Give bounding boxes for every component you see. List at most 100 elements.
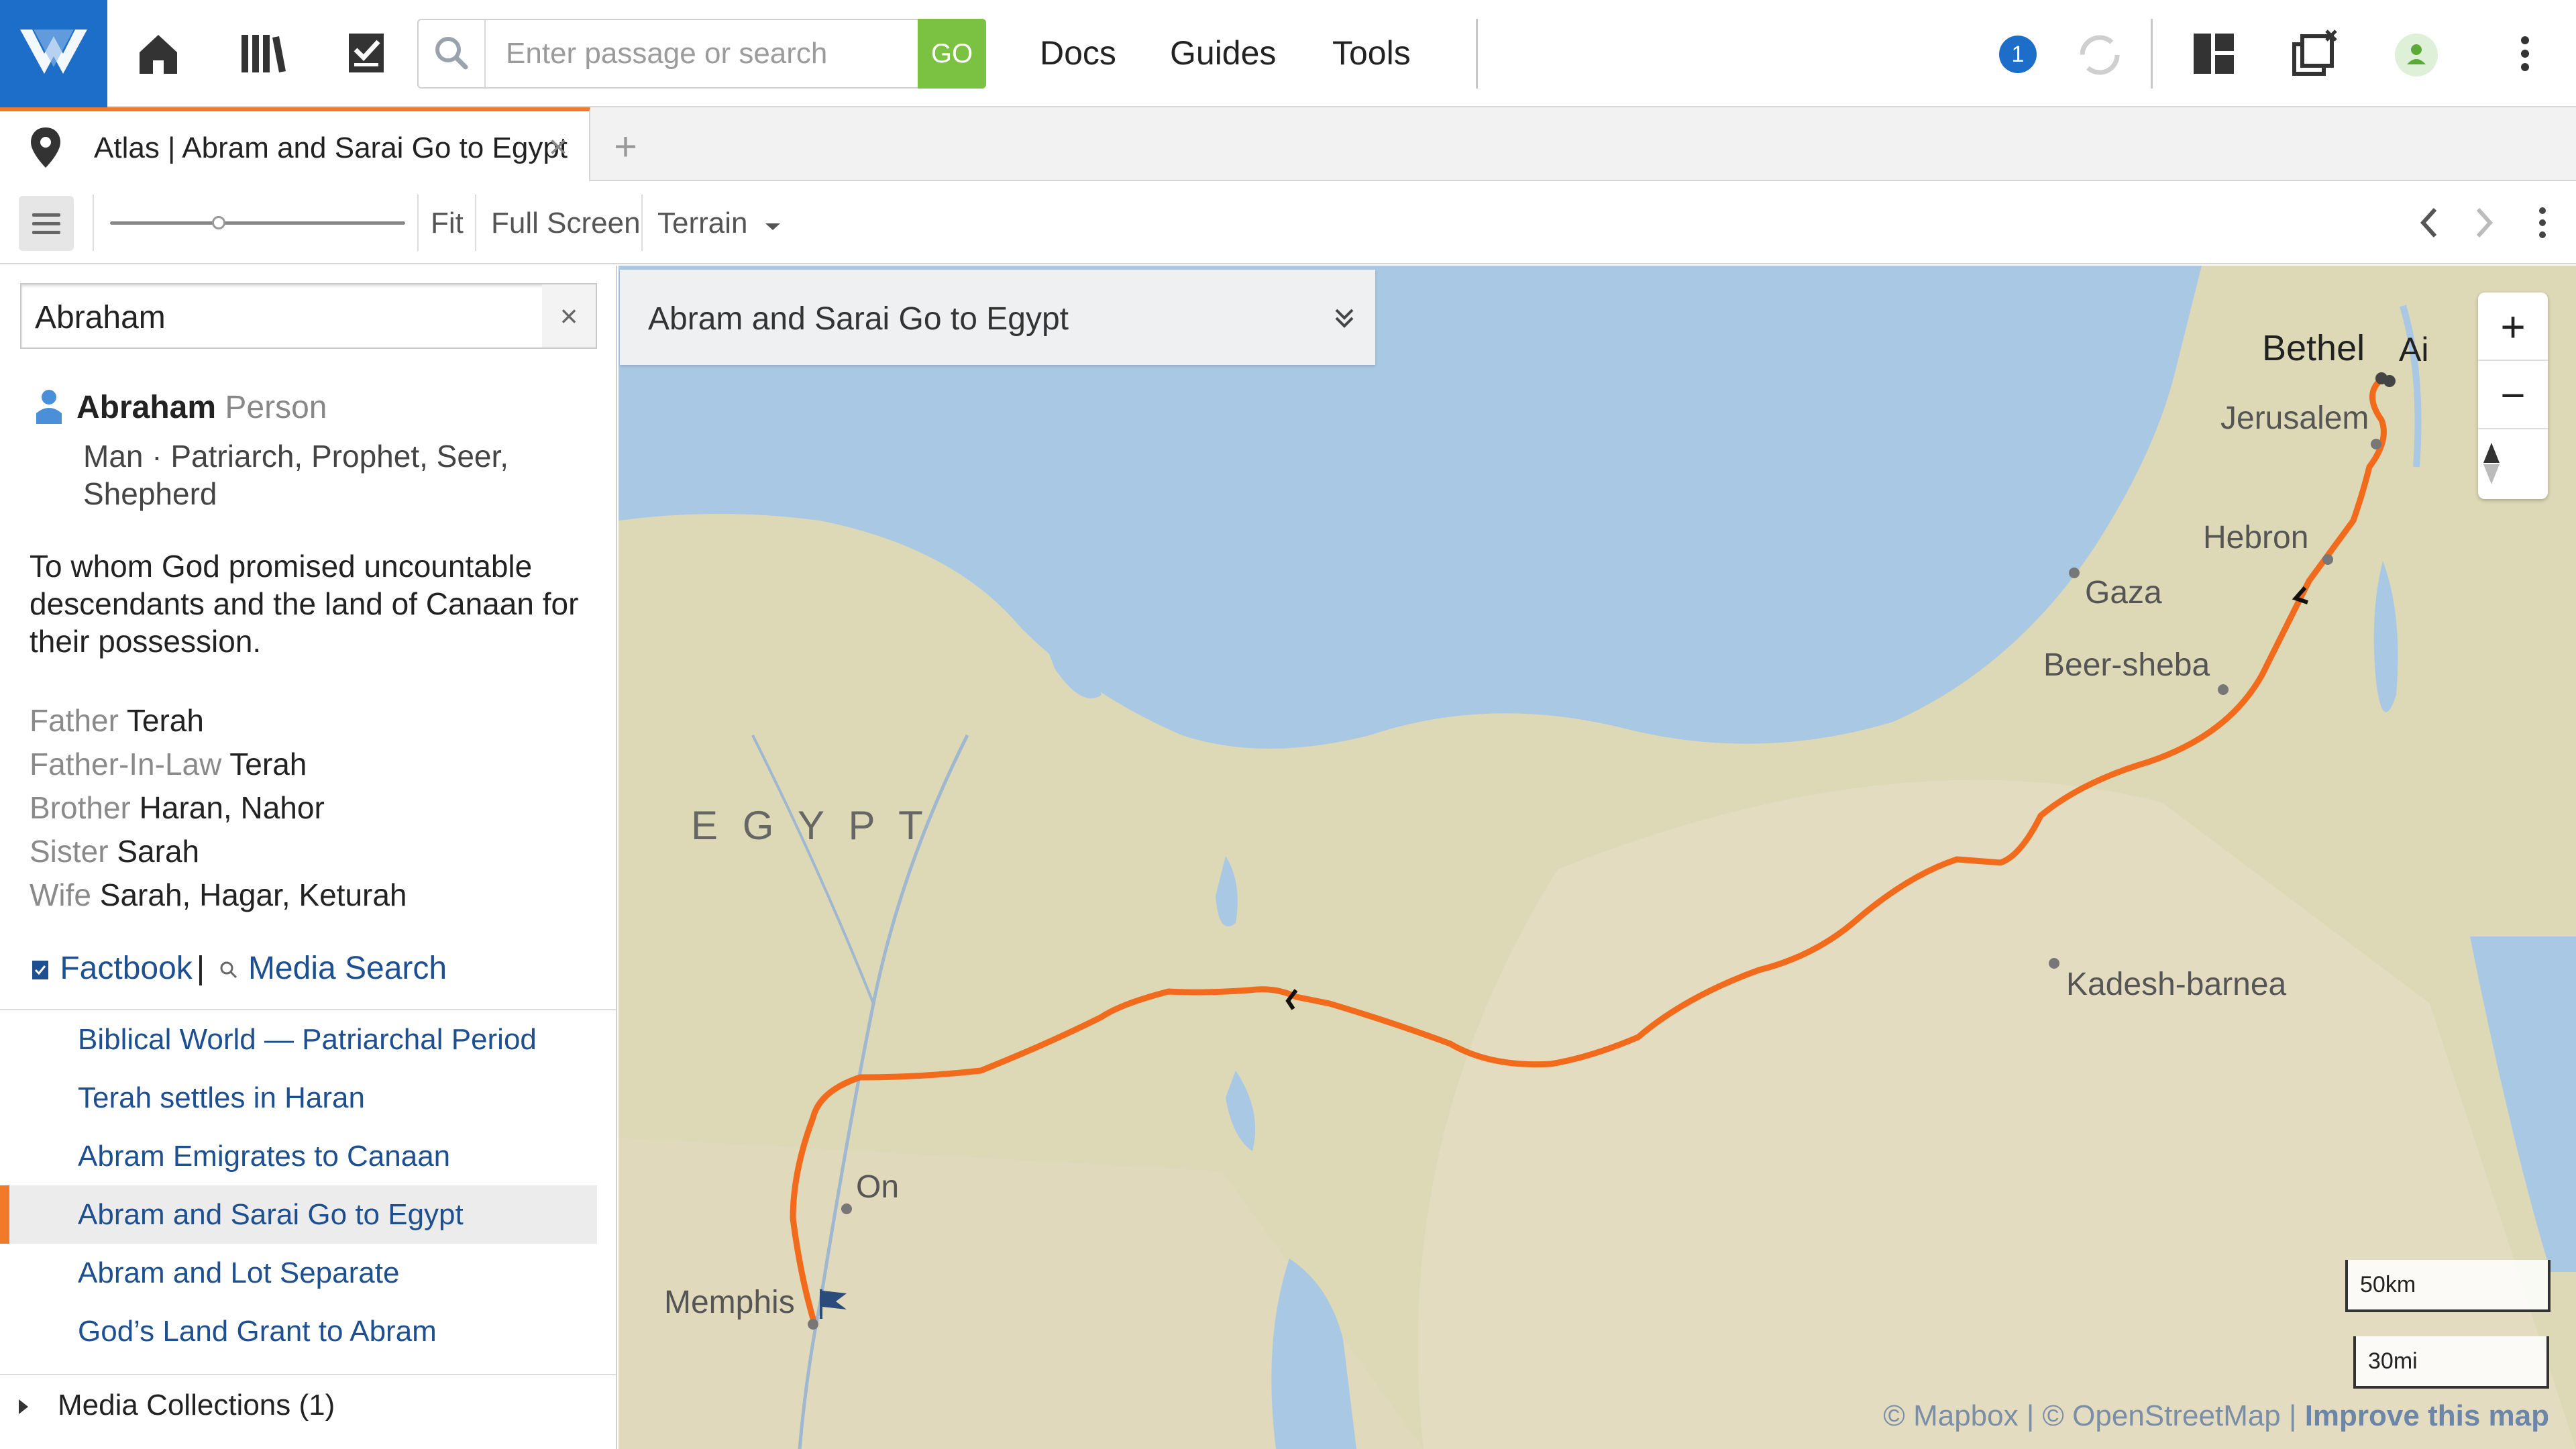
search-divider bbox=[484, 20, 486, 87]
forward-arrow-icon[interactable] bbox=[2467, 203, 2501, 243]
compass-icon bbox=[2483, 443, 2500, 484]
tab-close-icon[interactable]: × bbox=[549, 129, 568, 166]
map-pin-icon bbox=[31, 127, 60, 168]
sidebar-search-value[interactable]: Abraham bbox=[35, 299, 166, 336]
app-logo-icon bbox=[20, 30, 87, 74]
map-canvas[interactable] bbox=[619, 266, 2576, 1449]
place-gaza[interactable]: Gaza bbox=[2085, 574, 2162, 611]
user-icon bbox=[2407, 44, 2426, 64]
caret-down-icon bbox=[765, 223, 780, 230]
person-summary: To whom God promised uncountable descend… bbox=[30, 549, 579, 659]
factbook-link[interactable]: Factbook bbox=[60, 951, 192, 986]
more-menu-button[interactable] bbox=[2498, 27, 2552, 80]
more-vertical-icon bbox=[2521, 36, 2529, 71]
media-search-icon bbox=[220, 961, 237, 979]
hamburger-icon bbox=[32, 213, 60, 217]
scale-mi: 30mi bbox=[2353, 1336, 2549, 1389]
person-heading: Abraham Person bbox=[76, 389, 327, 426]
home-icon bbox=[140, 35, 177, 74]
place-memphis[interactable]: Memphis bbox=[664, 1284, 795, 1321]
event-item-terah-haran[interactable]: Terah settles in Haran bbox=[0, 1069, 597, 1127]
atlas-map[interactable]: Bethel Ai Jerusalem Hebron Gaza Beer-she… bbox=[619, 266, 2576, 1449]
clear-search-icon[interactable]: × bbox=[542, 284, 596, 347]
fit-button[interactable]: Fit bbox=[431, 207, 464, 240]
sidebar-search-field[interactable]: Abraham × bbox=[20, 283, 597, 349]
place-kadesh-barnea[interactable]: Kadesh-barnea bbox=[2066, 966, 2286, 1003]
scale-km: 50km bbox=[2345, 1260, 2551, 1312]
go-button[interactable]: GO bbox=[918, 19, 986, 89]
home-button[interactable] bbox=[131, 27, 185, 80]
event-item-abram-emigrates[interactable]: Abram Emigrates to Canaan bbox=[0, 1127, 597, 1185]
openstreetmap-link[interactable]: © OpenStreetMap bbox=[2043, 1399, 2281, 1432]
notification-badge[interactable]: 1 bbox=[1999, 36, 2037, 73]
send-to-button[interactable] bbox=[2288, 27, 2341, 80]
app-logo[interactable] bbox=[0, 0, 107, 107]
place-hebron[interactable]: Hebron bbox=[2203, 519, 2308, 556]
panel-more-icon[interactable] bbox=[2529, 196, 2556, 250]
expand-triangle-icon bbox=[19, 1399, 28, 1415]
person-type: Person bbox=[225, 390, 327, 425]
event-item-abram-lot-separate[interactable]: Abram and Lot Separate bbox=[0, 1244, 597, 1302]
event-selector[interactable]: Abram and Sarai Go to Egypt bbox=[620, 270, 1375, 365]
event-item-land-grant[interactable]: God’s Land Grant to Abram bbox=[0, 1302, 597, 1360]
search-input[interactable] bbox=[506, 32, 881, 75]
tab-strip: Atlas | Abram and Sarai Go to Egypt × + bbox=[0, 107, 2576, 182]
place-beer-sheba[interactable]: Beer-sheba bbox=[2043, 647, 2210, 684]
media-collections-toggle[interactable]: Media Collections (1) bbox=[19, 1389, 335, 1422]
place-jerusalem[interactable]: Jerusalem bbox=[2220, 400, 2369, 437]
person-icon bbox=[36, 390, 62, 424]
back-arrow-icon[interactable] bbox=[2412, 203, 2446, 243]
search-box: GO bbox=[417, 19, 986, 89]
nav-docs[interactable]: Docs bbox=[1040, 34, 1116, 72]
map-zoom-controls: + − bbox=[2478, 292, 2548, 499]
tab-atlas[interactable]: Atlas | Abram and Sarai Go to Egypt × bbox=[0, 107, 590, 182]
improve-map-link[interactable]: Improve this map bbox=[2305, 1399, 2549, 1432]
map-style-value: Terrain bbox=[657, 207, 748, 239]
send-to-icon bbox=[2292, 30, 2337, 76]
layout-button[interactable] bbox=[2187, 27, 2241, 80]
toolbar-divider bbox=[2151, 19, 2153, 89]
full-screen-button[interactable]: Full Screen bbox=[491, 207, 641, 240]
event-item-abram-sarai-egypt[interactable]: Abram and Sarai Go to Egypt bbox=[0, 1185, 597, 1244]
event-list: Biblical World — Patriarchal Period Tera… bbox=[0, 1010, 597, 1360]
relation-wife: Wife Sarah, Hagar, Keturah bbox=[30, 877, 407, 912]
library-button[interactable] bbox=[236, 27, 290, 80]
compass-button[interactable] bbox=[2478, 429, 2548, 498]
event-selector-title: Abram and Sarai Go to Egypt bbox=[648, 301, 1069, 337]
mapbox-link[interactable]: © Mapbox bbox=[1883, 1399, 2018, 1432]
media-search-link[interactable]: Media Search bbox=[248, 951, 447, 986]
relation-sister: Sister Sarah bbox=[30, 834, 200, 869]
person-name: Abraham bbox=[76, 390, 217, 425]
atlas-toolbar: Fit Full Screen Terrain bbox=[0, 181, 2576, 264]
factbook-icon bbox=[32, 961, 48, 980]
sync-icon bbox=[2080, 35, 2120, 75]
zoom-out-button[interactable]: − bbox=[2478, 361, 2548, 429]
library-icon bbox=[241, 35, 286, 72]
sync-button[interactable] bbox=[2073, 28, 2127, 82]
place-on[interactable]: On bbox=[856, 1169, 899, 1205]
zoom-slider[interactable] bbox=[110, 221, 405, 225]
tasks-button[interactable] bbox=[339, 27, 393, 80]
nav-tools[interactable]: Tools bbox=[1332, 34, 1411, 72]
relations-list: Father Terah Father-In-Law Terah Brother… bbox=[30, 699, 593, 917]
sidebar-links: Factbook | Media Search bbox=[30, 950, 447, 987]
nav-guides[interactable]: Guides bbox=[1170, 34, 1276, 72]
event-item-patriarchal-period[interactable]: Biblical World — Patriarchal Period bbox=[0, 1010, 597, 1069]
double-chevron-down-icon bbox=[1335, 309, 1354, 328]
sidebar: Abraham × Abraham Person Man · Patriarch… bbox=[0, 266, 617, 1449]
place-bethel[interactable]: Bethel bbox=[2262, 327, 2365, 369]
user-avatar[interactable] bbox=[2395, 34, 2438, 76]
map-attribution: © Mapbox | © OpenStreetMap | Improve thi… bbox=[1883, 1399, 2549, 1432]
panel-menu-button[interactable] bbox=[19, 196, 74, 251]
search-icon bbox=[435, 37, 468, 70]
relation-brother: Brother Haran, Nahor bbox=[30, 790, 325, 825]
media-collections-label: Media Collections (1) bbox=[58, 1389, 335, 1421]
add-tab-icon[interactable]: + bbox=[614, 123, 637, 170]
place-ai[interactable]: Ai bbox=[2399, 330, 2428, 369]
map-style-dropdown[interactable]: Terrain bbox=[657, 207, 783, 240]
relation-father-in-law: Father-In-Law Terah bbox=[30, 747, 307, 782]
tab-title: Atlas | Abram and Sarai Go to Egypt bbox=[94, 131, 568, 164]
zoom-slider-handle[interactable] bbox=[212, 216, 225, 229]
zoom-in-button[interactable]: + bbox=[2478, 292, 2548, 361]
relation-father: Father Terah bbox=[30, 703, 204, 738]
